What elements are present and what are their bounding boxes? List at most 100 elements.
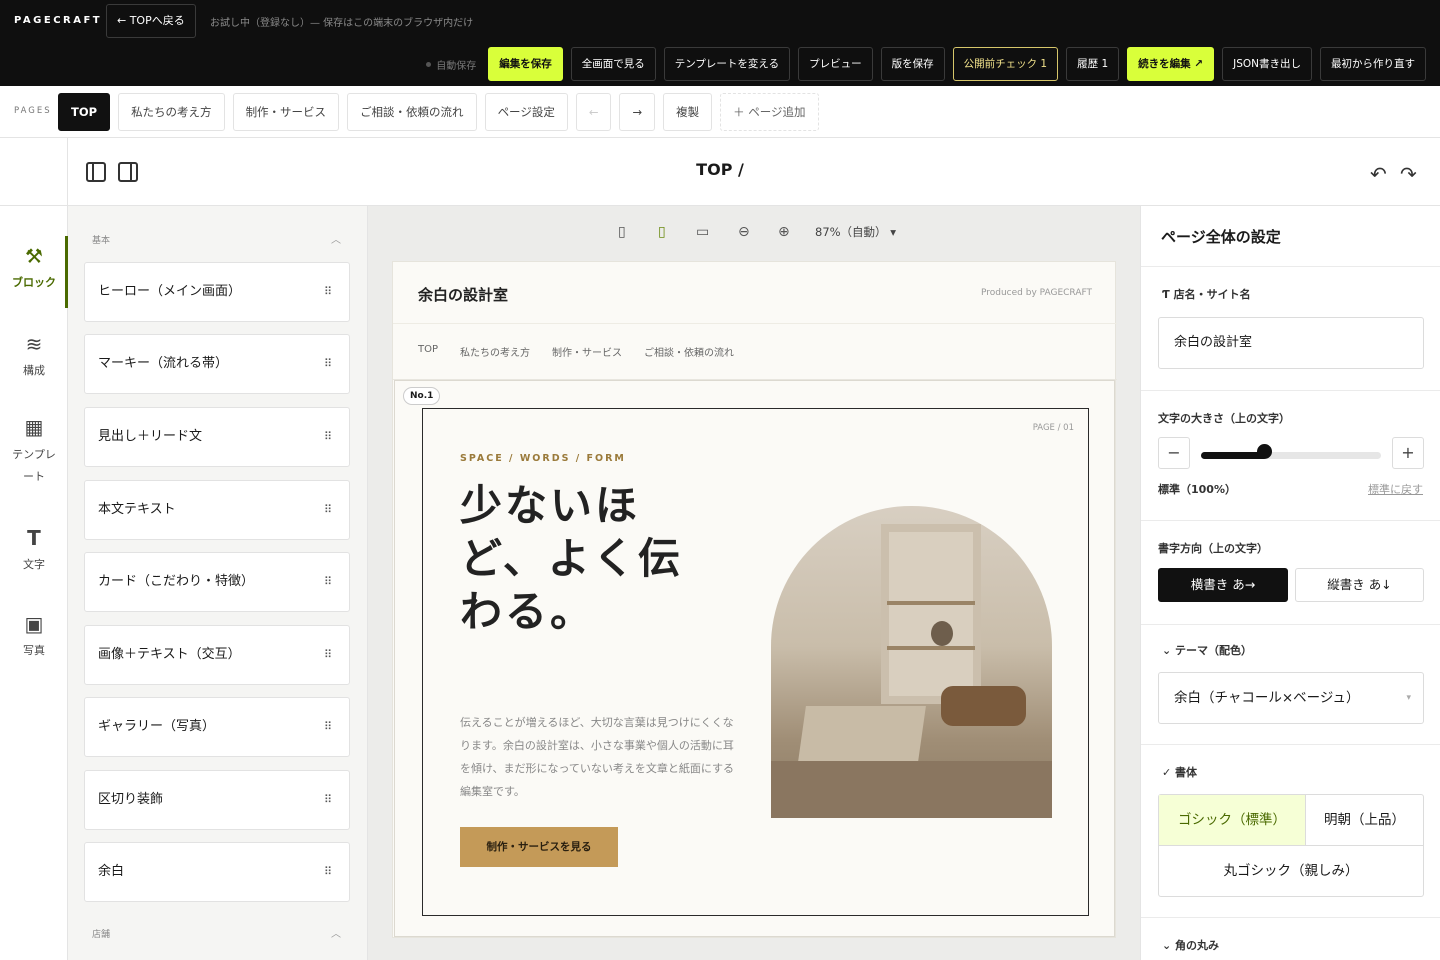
drag-handle-icon[interactable]: ⠿ — [324, 771, 332, 829]
shop-name-input[interactable]: 余白の設計室 — [1158, 317, 1424, 369]
drag-handle-icon[interactable]: ⠿ — [324, 481, 332, 539]
mobile-view-icon[interactable]: ▯ — [618, 224, 626, 244]
check-circle-icon: ✓ — [1162, 766, 1176, 779]
font-label: ✓ 書体 — [1162, 764, 1197, 780]
theme-label[interactable]: ⌄ テーマ（配色） — [1162, 642, 1252, 658]
font-rounded-option[interactable]: 丸ゴシック（親しみ） — [1159, 846, 1423, 896]
corner-label[interactable]: ⌄ 角の丸み — [1162, 937, 1219, 953]
drag-handle-icon[interactable]: ⠿ — [324, 408, 332, 466]
chevron-down-icon: ▾ — [886, 225, 896, 239]
slider-fill — [1201, 452, 1264, 459]
font-size-slider[interactable] — [1201, 452, 1381, 459]
left-nav: ⚒ ブロック ≋ 構成 ▦ テンプレート T 文字 ▣ 写真 — [0, 206, 68, 960]
horizontal-writing-button[interactable]: 横書き あ→ — [1158, 568, 1288, 602]
decrease-size-button[interactable]: − — [1158, 437, 1190, 469]
desktop-view-icon[interactable]: ▭ — [696, 224, 709, 244]
shop-name-label-text: 店名・サイト名 — [1173, 288, 1251, 301]
redo-icon[interactable]: ↷ — [1400, 162, 1417, 186]
site-name[interactable]: 余白の設計室 — [418, 284, 508, 305]
nav-template[interactable]: ▦ テンプレート — [0, 416, 68, 488]
site-nav-item[interactable]: 私たちの考え方 — [460, 344, 530, 359]
produced-by: Produced by PAGECRAFT — [980, 288, 1092, 298]
history-button[interactable]: 履歴 1 — [1066, 47, 1120, 81]
back-to-top-button[interactable]: ← TOPへ戻る — [106, 4, 196, 38]
block-item-spacer[interactable]: 余白 ⠿ — [84, 842, 350, 902]
block-item-hero[interactable]: ヒーロー（メイン画面） ⠿ — [84, 262, 350, 322]
drag-handle-icon[interactable]: ⠿ — [324, 698, 332, 756]
add-page-button[interactable]: ＋ ページ追加 — [720, 93, 819, 131]
save-edit-button[interactable]: 編集を保存 — [488, 47, 563, 81]
nav-blocks-label: ブロック — [12, 276, 56, 289]
site-nav: TOP 私たちの考え方 制作・サービス ご相談・依頼の流れ — [418, 344, 734, 359]
block-item-marquee[interactable]: マーキー（流れる帯） ⠿ — [84, 334, 350, 394]
restart-button[interactable]: 最初から作り直す — [1320, 47, 1426, 81]
move-page-left-button[interactable]: ← — [575, 93, 612, 131]
collapse-basic-icon[interactable]: ︿ — [331, 231, 341, 246]
block-item-image-text[interactable]: 画像＋テキスト（交互） ⠿ — [84, 625, 350, 685]
change-template-button[interactable]: テンプレートを変える — [663, 47, 791, 81]
hero-paragraph[interactable]: 伝えることが増えるほど、大切な言葉は見つけにくくなります。余白の設計室は、小さな… — [460, 711, 740, 803]
block-item-gallery[interactable]: ギャラリー（写真） ⠿ — [84, 697, 350, 757]
font-mincho-option[interactable]: 明朝（上品） — [1306, 795, 1423, 846]
drag-handle-icon[interactable]: ⠿ — [324, 263, 332, 321]
continue-edit-button[interactable]: 続きを編集 ↗ — [1127, 47, 1215, 81]
hero-block[interactable]: No.1 PAGE / 01 SPACE / WORDS / FORM 少ないほ… — [394, 380, 1115, 937]
font-gothic-option[interactable]: ゴシック（標準） — [1159, 795, 1306, 846]
vertical-writing-button[interactable]: 縦書き あ↓ — [1295, 568, 1424, 602]
save-version-button[interactable]: 版を保存 — [880, 47, 945, 81]
nav-text[interactable]: T 文字 — [0, 526, 68, 572]
fullscreen-button[interactable]: 全画面で見る — [570, 47, 656, 81]
site-nav-item[interactable]: 制作・サービス — [552, 344, 622, 359]
zoom-select[interactable]: 87%（自動） ▾ — [815, 224, 896, 240]
prepublish-check-button[interactable]: 公開前チェック 1 — [952, 47, 1059, 81]
editor-canvas: ▯ ▯ ▭ ⊖ ⊕ 87%（自動） ▾ 余白の設計室 Produced by P… — [368, 206, 1140, 960]
top-bar: PAGECRAFT ← TOPへ戻る お試し中（登録なし）— 保存はこの端末のブ… — [0, 0, 1440, 86]
page-tab-philosophy[interactable]: 私たちの考え方 — [118, 93, 225, 131]
preview-button[interactable]: プレビュー — [798, 47, 873, 81]
drag-handle-icon[interactable]: ⠿ — [324, 626, 332, 684]
site-nav-item[interactable]: ご相談・依頼の流れ — [644, 344, 734, 359]
move-page-right-button[interactable]: → — [619, 93, 656, 131]
page-tab-consultation[interactable]: ご相談・依頼の流れ — [347, 93, 477, 131]
hero-headline[interactable]: 少ないほど、よく伝わる。 — [460, 479, 700, 638]
block-item-divider[interactable]: 区切り装飾 ⠿ — [84, 770, 350, 830]
block-item-cards[interactable]: カード（こだわり・特徴） ⠿ — [84, 552, 350, 612]
nav-blocks[interactable]: ⚒ ブロック — [0, 244, 68, 290]
nav-photo[interactable]: ▣ 写真 — [0, 612, 68, 658]
drag-handle-icon[interactable]: ⠿ — [324, 335, 332, 393]
theme-select[interactable]: 余白（チャコール×ベージュ） ▾ — [1158, 672, 1424, 724]
page-tab-services[interactable]: 制作・サービス — [232, 93, 340, 131]
reset-size-link[interactable]: 標準に戻す — [1368, 481, 1423, 497]
zoom-value: 87%（自動） — [815, 225, 887, 239]
collapse-shop-icon[interactable]: ︿ — [331, 925, 341, 940]
block-item-body-text[interactable]: 本文テキスト ⠿ — [84, 480, 350, 540]
drag-handle-icon[interactable]: ⠿ — [324, 553, 332, 611]
zoom-out-icon[interactable]: ⊖ — [738, 224, 750, 244]
page-tab-top[interactable]: TOP — [58, 93, 111, 131]
increase-size-button[interactable]: + — [1392, 437, 1424, 469]
page-settings-button[interactable]: ページ設定 — [484, 93, 568, 131]
block-item-heading-lead[interactable]: 見出し＋リード文 ⠿ — [84, 407, 350, 467]
zoom-in-icon[interactable]: ⊕ — [778, 224, 790, 244]
tablet-view-icon[interactable]: ▯ — [658, 224, 666, 244]
rug — [771, 761, 1052, 818]
export-json-button[interactable]: JSON書き出し — [1222, 47, 1312, 81]
undo-icon[interactable]: ↶ — [1370, 162, 1387, 186]
vase — [931, 621, 953, 646]
drag-handle-icon[interactable]: ⠿ — [324, 843, 332, 901]
chair — [941, 686, 1026, 726]
site-nav-item[interactable]: TOP — [418, 344, 438, 359]
slider-knob[interactable] — [1257, 444, 1272, 459]
hero-cta-button[interactable]: 制作・サービスを見る — [460, 827, 618, 867]
font-size-label: 文字の大きさ（上の文字） — [1158, 412, 1290, 425]
hero-photo[interactable] — [771, 506, 1052, 818]
nav-structure[interactable]: ≋ 構成 — [0, 332, 68, 378]
nav-structure-label: 構成 — [23, 364, 45, 377]
page-number: PAGE / 01 — [1032, 423, 1074, 433]
hero-eyebrow[interactable]: SPACE / WORDS / FORM — [460, 453, 626, 464]
block-item-label: マーキー（流れる帯） — [98, 356, 229, 371]
duplicate-page-button[interactable]: 複製 — [663, 93, 713, 131]
theme-value: 余白（チャコール×ベージュ） — [1174, 690, 1360, 706]
block-item-label: 画像＋テキスト（交互） — [98, 647, 241, 662]
block-item-label: ヒーロー（メイン画面） — [98, 284, 242, 299]
